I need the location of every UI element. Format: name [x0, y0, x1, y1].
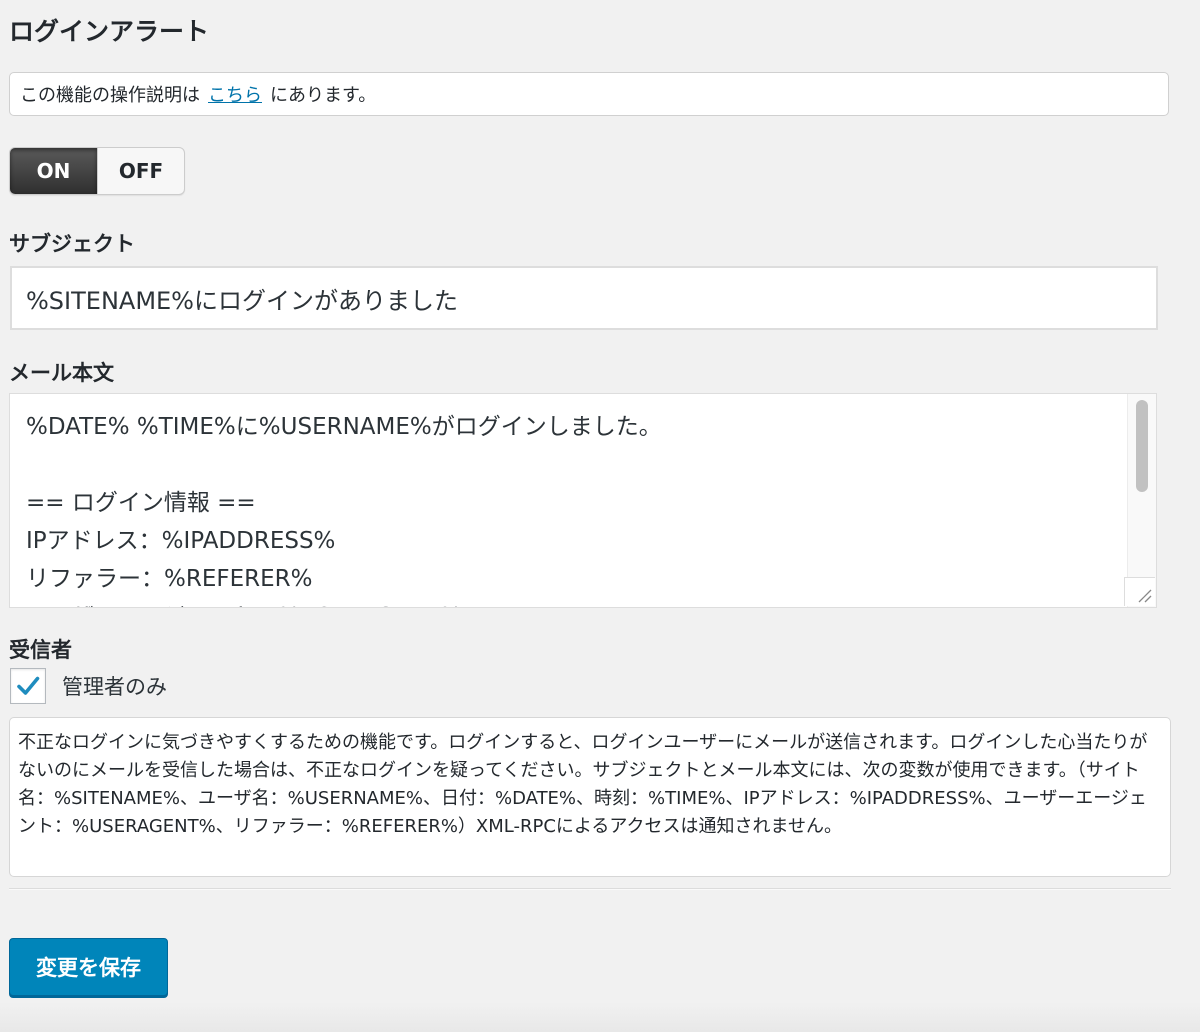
check-icon: [17, 676, 40, 695]
footer-area: [0, 1002, 1200, 1032]
notice-text-before: この機能の操作説明は: [20, 85, 200, 106]
feature-description: 不正なログインに気づきやすくするための機能です。ログインすると、ログインユーザー…: [9, 717, 1171, 877]
help-notice: この機能の操作説明は こちら にあります。: [9, 72, 1169, 116]
mail-body-line: %DATE% %TIME%に%USERNAME%がログインしました。: [26, 414, 662, 440]
mail-body-textarea[interactable]: %DATE% %TIME%に%USERNAME%がログインしました。 == ログ…: [9, 393, 1157, 608]
recipient-label: 受信者: [9, 638, 72, 662]
subject-label: サブジェクト: [9, 232, 135, 256]
subject-input[interactable]: [10, 266, 1158, 330]
mail-body-line: [26, 446, 1112, 484]
mail-body-label: メール本文: [9, 361, 114, 385]
admin-only-label[interactable]: 管理者のみ: [62, 671, 167, 701]
scrollbar-thumb[interactable]: [1136, 400, 1148, 492]
mail-body-text[interactable]: %DATE% %TIME%に%USERNAME%がログインしました。 == ログ…: [10, 394, 1128, 607]
toggle-off-button[interactable]: OFF: [97, 148, 184, 194]
section-divider: [9, 888, 1171, 890]
page-title: ログインアラート: [9, 17, 210, 46]
admin-only-checkbox[interactable]: [10, 668, 46, 704]
mail-body-line: == ログイン情報 ==: [26, 490, 256, 516]
textarea-scrollbar[interactable]: [1127, 394, 1156, 607]
toggle-on-button[interactable]: ON: [10, 148, 97, 194]
recipient-option: 管理者のみ: [10, 668, 167, 704]
feature-toggle: ON OFF: [9, 147, 185, 195]
instructions-link[interactable]: こちら: [208, 81, 262, 107]
mail-body-line: IPアドレス：%IPADDRESS%: [26, 528, 336, 554]
save-changes-button[interactable]: 変更を保存: [9, 938, 168, 996]
resize-grip-icon[interactable]: [1124, 577, 1155, 606]
mail-body-line: ユーザーエージェント：%USERAGENT%: [26, 598, 1112, 607]
mail-body-line: リファラー：%REFERER%: [26, 566, 313, 592]
notice-text-after: にあります。: [270, 85, 377, 106]
